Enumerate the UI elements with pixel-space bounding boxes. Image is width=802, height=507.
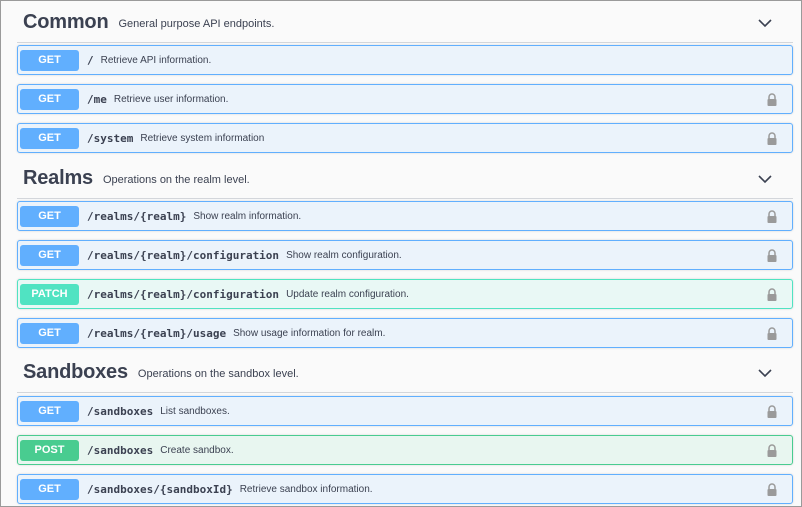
lock-icon[interactable] (766, 405, 778, 419)
method-badge: GET (20, 244, 79, 266)
chevron-down-icon[interactable] (757, 16, 773, 30)
method-badge: GET (20, 127, 79, 149)
operation-summary: Retrieve API information. (100, 54, 212, 66)
method-badge: GET (20, 205, 79, 227)
section-description: General purpose API endpoints. (118, 18, 275, 30)
operation-summary: List sandboxes. (160, 405, 230, 417)
operation-path: /realms/{realm} (87, 209, 187, 223)
operation-path: /sandboxes (87, 404, 154, 418)
operation-patch-realm-configuration[interactable]: PATCH /realms/{realm}/configuration Upda… (17, 279, 793, 309)
section-header-realms[interactable]: Realms Operations on the realm level. (17, 159, 793, 199)
lock-icon[interactable] (766, 93, 778, 107)
operation-get-me[interactable]: GET /me Retrieve user information. (17, 84, 793, 114)
method-badge: GET (20, 88, 79, 110)
operation-get-realm-configuration[interactable]: GET /realms/{realm}/configuration Show r… (17, 240, 793, 270)
lock-icon[interactable] (766, 444, 778, 458)
operation-summary: Show usage information for realm. (233, 327, 386, 339)
lock-icon[interactable] (766, 210, 778, 224)
section-title: Realms (23, 167, 93, 189)
operation-path: / (87, 53, 94, 67)
method-badge: GET (20, 322, 79, 344)
section-title: Sandboxes (23, 361, 128, 383)
operation-get-sandbox[interactable]: GET /sandboxes/{sandboxId} Retrieve sand… (17, 474, 793, 504)
section-header-common[interactable]: Common General purpose API endpoints. (17, 3, 793, 43)
operation-get-system[interactable]: GET /system Retrieve system information (17, 123, 793, 153)
lock-icon[interactable] (766, 483, 778, 497)
operation-summary: Retrieve system information (140, 132, 265, 144)
operation-summary: Create sandbox. (160, 444, 234, 456)
operation-path: /sandboxes (87, 443, 154, 457)
method-badge: GET (20, 400, 79, 422)
operation-summary: Retrieve sandbox information. (239, 483, 373, 495)
method-badge: PATCH (20, 283, 79, 305)
method-badge: POST (20, 439, 79, 461)
method-badge: GET (20, 478, 79, 500)
operation-path: /realms/{realm}/configuration (87, 248, 280, 262)
lock-icon[interactable] (766, 327, 778, 341)
operation-path: /system (87, 131, 134, 145)
operation-get-realm-usage[interactable]: GET /realms/{realm}/usage Show usage inf… (17, 318, 793, 348)
lock-icon[interactable] (766, 132, 778, 146)
operation-path: /sandboxes/{sandboxId} (87, 482, 233, 496)
section-description: Operations on the realm level. (102, 174, 250, 186)
operation-path: /realms/{realm}/usage (87, 326, 227, 340)
section-header-sandboxes[interactable]: Sandboxes Operations on the sandbox leve… (17, 353, 793, 393)
section-title: Common (23, 11, 109, 33)
operation-summary: Show realm information. (193, 210, 302, 222)
method-badge: GET (20, 49, 79, 71)
operation-path: /me (87, 92, 107, 106)
operation-get-root[interactable]: GET / Retrieve API information. (17, 45, 793, 75)
operation-post-sandboxes[interactable]: POST /sandboxes Create sandbox. (17, 435, 793, 465)
operation-get-sandboxes[interactable]: GET /sandboxes List sandboxes. (17, 396, 793, 426)
operation-summary: Show realm configuration. (286, 249, 402, 261)
lock-icon[interactable] (766, 249, 778, 263)
operation-get-realm[interactable]: GET /realms/{realm} Show realm informati… (17, 201, 793, 231)
operation-summary: Retrieve user information. (113, 93, 229, 105)
chevron-down-icon[interactable] (757, 366, 773, 380)
operation-path: /realms/{realm}/configuration (87, 287, 280, 301)
operation-summary: Update realm configuration. (286, 288, 409, 300)
lock-icon[interactable] (766, 288, 778, 302)
section-description: Operations on the sandbox level. (137, 368, 299, 380)
chevron-down-icon[interactable] (757, 172, 773, 186)
